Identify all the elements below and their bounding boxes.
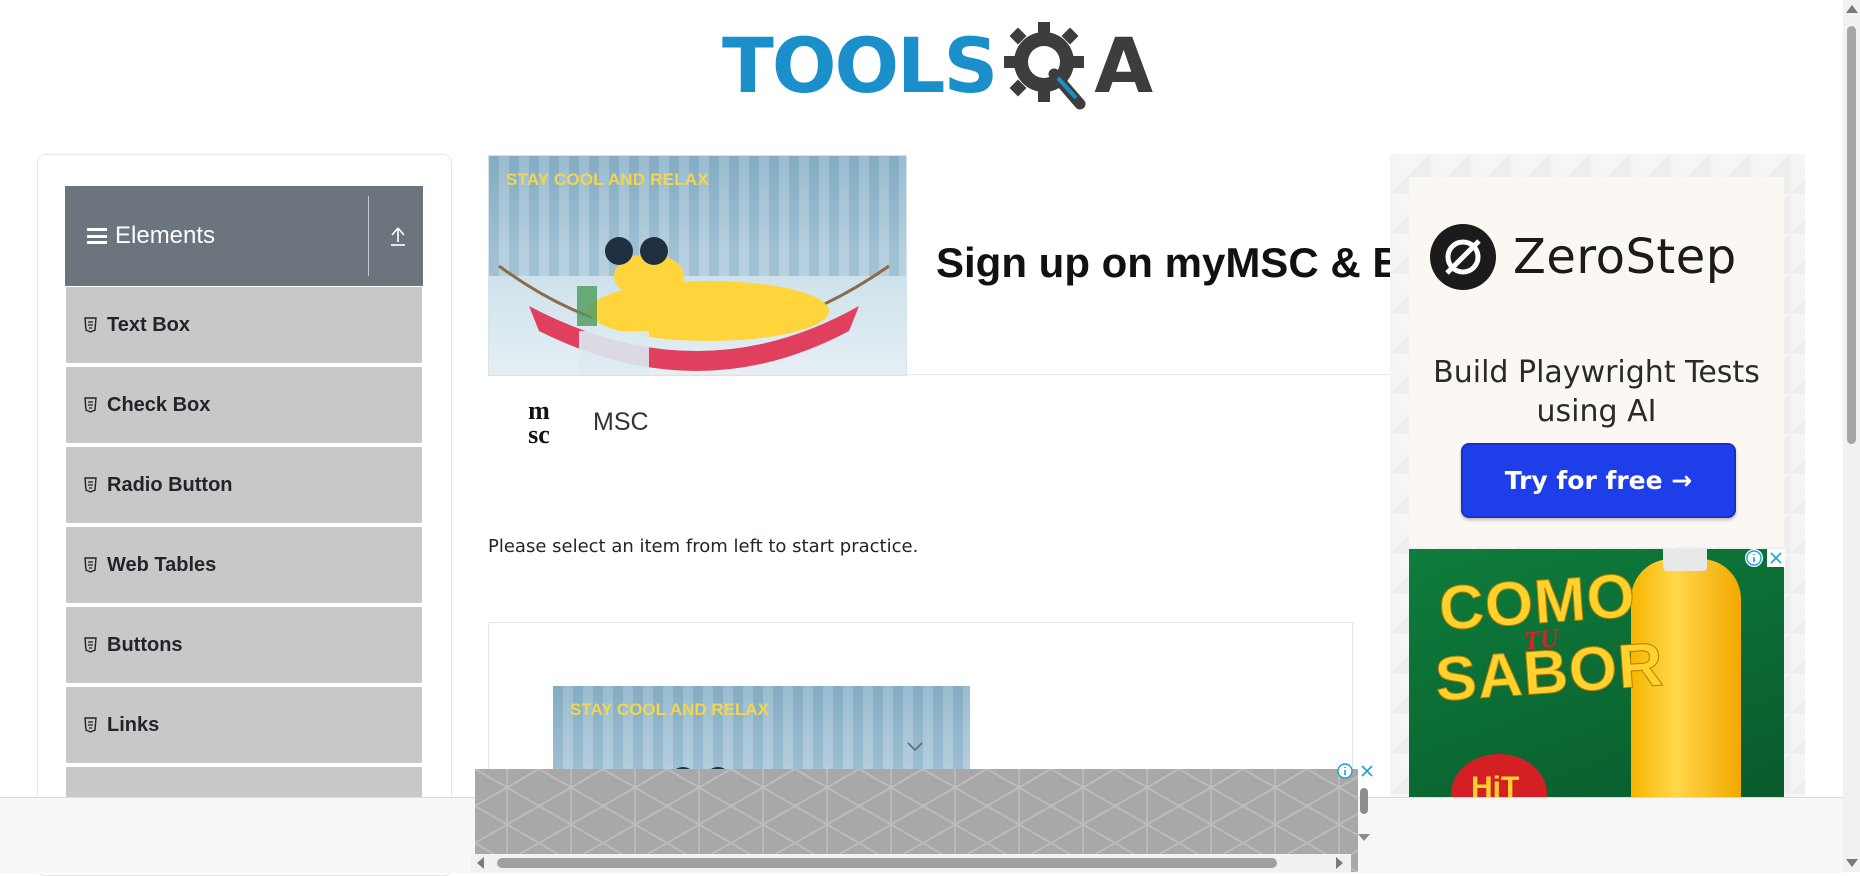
scroll-thumb[interactable] <box>497 858 1277 868</box>
html5-icon <box>84 637 97 653</box>
chevron-down-icon[interactable] <box>906 741 924 753</box>
ad-close-icon[interactable] <box>1767 549 1785 567</box>
ad-info-icon[interactable] <box>1337 763 1353 779</box>
elements-menu: Text Box Check Box Radio Button Web Tabl… <box>65 286 423 846</box>
scroll-thumb[interactable] <box>1360 788 1368 814</box>
right-ad[interactable]: ZeroStep Build Playwright Tests using AI… <box>1390 154 1805 799</box>
bottle-cap <box>1663 549 1707 571</box>
banner-tagline: STAY COOL AND RELAX <box>570 700 769 719</box>
zerostep-subtitle: Build Playwright Tests using AI <box>1433 355 1760 429</box>
logo-suffix: A <box>1094 21 1154 110</box>
try-for-free-button[interactable]: Try for free → <box>1461 443 1736 518</box>
scroll-down-arrow-icon[interactable] <box>1846 859 1858 867</box>
scroll-right-arrow-icon[interactable] <box>1336 857 1343 869</box>
scroll-left-arrow-icon[interactable] <box>477 857 484 869</box>
menu-item-label: Links <box>107 713 160 736</box>
html5-icon <box>84 477 97 493</box>
ad-horizontal-scrollbar[interactable] <box>471 854 1351 872</box>
menu-item-text-box[interactable]: Text Box <box>65 286 423 364</box>
header-divider <box>368 196 369 276</box>
menu-item-label: Radio Button <box>107 473 233 496</box>
menu-item-label: Check Box <box>107 393 211 416</box>
msc-ad[interactable]: STAY COOL AND RELAX Sign up on myMSC & B… <box>488 155 1390 465</box>
ad-headline[interactable]: Sign up on myMSC & B <box>936 239 1390 287</box>
menu-item-buttons[interactable]: Buttons <box>65 606 423 684</box>
zerostep-logo-icon <box>1430 224 1496 290</box>
menu-item-web-tables[interactable]: Web Tables <box>65 526 423 604</box>
svg-text:sc: sc <box>528 420 550 447</box>
group-title: Elements <box>115 222 216 249</box>
menu-item-label: Text Box <box>107 313 190 336</box>
bottom-ad-controls <box>1337 763 1373 779</box>
ad-vertical-scrollbar[interactable] <box>1357 786 1371 846</box>
zerostep-brand: ZeroStep <box>1513 229 1737 285</box>
banner-tagline: STAY COOL AND RELAX <box>506 170 709 189</box>
html5-icon <box>84 317 97 333</box>
menu-item-check-box[interactable]: Check Box <box>65 366 423 444</box>
ad-brand-name: MSC <box>593 408 649 436</box>
soda-ad-image[interactable]: COMO TU SABOR HiT <box>1409 549 1784 799</box>
ad-brand-bar[interactable]: m sc MSC <box>488 374 1390 465</box>
logo-gear-q-icon: A <box>1002 18 1153 114</box>
practice-instruction: Please select an item from left to start… <box>488 536 919 557</box>
html5-icon <box>84 557 97 573</box>
html5-icon <box>84 717 97 733</box>
menu-item-links[interactable]: Links <box>65 686 423 764</box>
site-logo[interactable]: TOOLS A <box>722 18 1153 114</box>
menu-item-radio-button[interactable]: Radio Button <box>65 446 423 524</box>
collapse-up-icon[interactable] <box>389 224 407 248</box>
msc-logo-icon: m sc <box>528 397 550 447</box>
html5-icon <box>84 397 97 413</box>
elements-group-header[interactable]: Elements <box>65 186 423 286</box>
left-panel: Elements Text Box Check Box Radio Button… <box>37 154 452 876</box>
menu-item-label: Web Tables <box>107 553 217 576</box>
scroll-down-arrow-icon[interactable] <box>1358 834 1370 841</box>
page-vertical-scrollbar[interactable] <box>1843 0 1860 872</box>
ad-info-icon[interactable] <box>1745 549 1763 567</box>
scroll-up-arrow-icon[interactable] <box>1846 5 1858 13</box>
hamburger-icon <box>87 228 107 244</box>
msc-banner-image[interactable]: STAY COOL AND RELAX <box>488 155 907 376</box>
soda-brand: HiT <box>1471 771 1520 799</box>
zerostep-card[interactable]: ZeroStep Build Playwright Tests using AI… <box>1409 177 1784 547</box>
ad-close-icon[interactable] <box>1361 765 1373 777</box>
scroll-thumb[interactable] <box>1847 26 1856 444</box>
menu-item-label: Buttons <box>107 633 183 656</box>
logo-text: TOOLS <box>722 21 998 110</box>
